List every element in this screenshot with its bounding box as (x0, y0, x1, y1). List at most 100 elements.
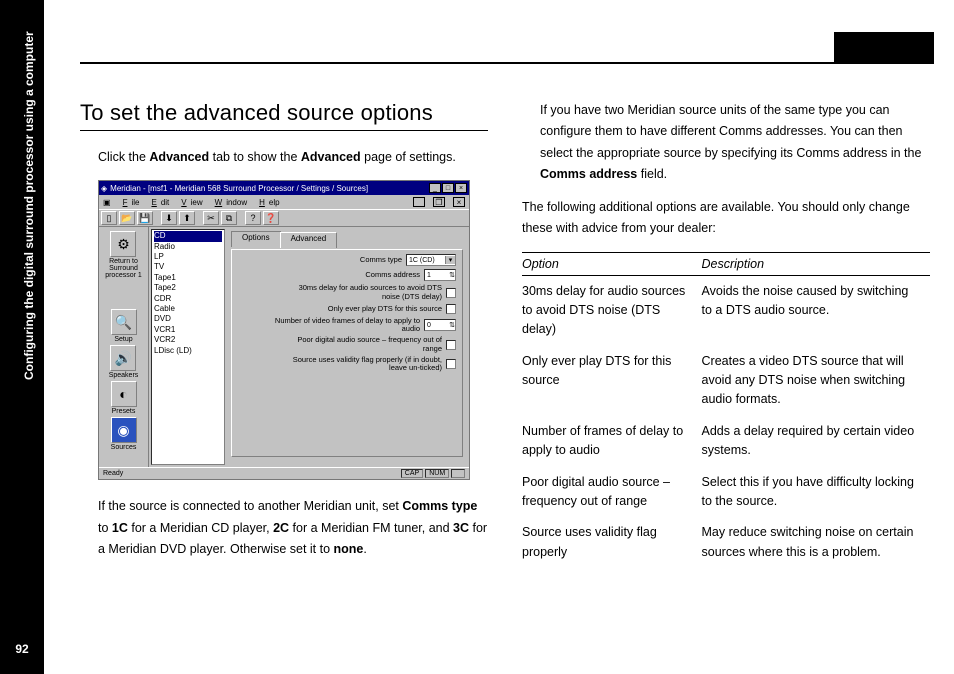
side-return-line3: processor 1 (105, 272, 142, 279)
menu-edit[interactable]: Edit (147, 198, 169, 207)
tab-advanced[interactable]: Advanced (280, 232, 338, 248)
section-heading: To set the advanced source options (80, 100, 488, 131)
tool-download[interactable]: ⬇ (161, 211, 177, 225)
tool-new[interactable]: ▯ (101, 211, 117, 225)
source-item[interactable]: TV (154, 262, 222, 272)
menu-view[interactable]: View (177, 198, 202, 207)
only-dts-checkbox[interactable] (446, 304, 456, 314)
tool-save[interactable]: 💾 (137, 211, 153, 225)
frames-value: 0 (427, 322, 431, 329)
frames-spin[interactable]: 0⇅ (424, 319, 456, 331)
paragraph-click-advanced: Click the Advanced tab to show the Advan… (98, 147, 488, 168)
source-item[interactable]: Cable (154, 304, 222, 314)
minimize-button[interactable]: _ (429, 183, 441, 193)
source-item[interactable]: Radio (154, 242, 222, 252)
spin-arrows-icon: ⇅ (449, 271, 455, 279)
table-row: Poor digital audio source – frequency ou… (522, 467, 930, 518)
menu-window[interactable]: Window (211, 198, 247, 207)
table-row: 30ms delay for audio sources to avoid DT… (522, 275, 930, 346)
text: to (98, 521, 112, 535)
tab-options[interactable]: Options (231, 231, 281, 247)
magnifier-icon: 🔍 (111, 309, 137, 335)
poor-source-checkbox[interactable] (446, 340, 456, 350)
paragraph-comms-address: If you have two Meridian source units of… (540, 100, 930, 185)
source-item[interactable]: Tape1 (154, 273, 222, 283)
status-cap: CAP (401, 469, 423, 478)
page-number: 92 (0, 642, 44, 656)
text: If you have two Meridian source units of… (540, 103, 921, 160)
tool-context-help[interactable]: ❓ (263, 211, 279, 225)
bold-comms-type: Comms type (402, 499, 477, 513)
tool-open[interactable]: 📂 (119, 211, 135, 225)
menu-file[interactable]: FFileile (119, 198, 140, 207)
th-option: Option (522, 252, 702, 275)
left-column: To set the advanced source options Click… (80, 100, 488, 572)
side-return-line2: Surround (105, 265, 142, 272)
only-dts-label: Only ever play DTS for this source (328, 305, 442, 313)
dts-delay-label: 30ms delay for audio sources to avoid DT… (292, 284, 442, 301)
poor-source-label: Poor digital audio source – frequency ou… (292, 336, 442, 353)
chapter-rail: Configuring the digital surround process… (0, 0, 44, 674)
td-opt: 30ms delay for audio sources to avoid DT… (522, 275, 702, 346)
presets-icon: ◐ (111, 381, 137, 407)
comms-type-combo[interactable]: 1C (CD) ▾ (406, 254, 456, 266)
td-desc: Select this if you have difficulty locki… (702, 467, 930, 518)
source-item[interactable]: CD (154, 231, 222, 241)
source-item[interactable]: LP (154, 252, 222, 262)
toolbar: ▯ 📂 💾 ⬇ ⬆ ✂ ⧉ ? ❓ (99, 209, 469, 227)
bold-advanced-2: Advanced (301, 150, 361, 164)
text: tab to show the (209, 150, 301, 164)
side-speakers[interactable]: 🔊 Speakers (109, 345, 139, 379)
source-item[interactable]: DVD (154, 314, 222, 324)
mdi-restore-button[interactable]: ❐ (433, 197, 445, 207)
tool-copy[interactable]: ⧉ (221, 211, 237, 225)
bold-comms-address: Comms address (540, 167, 637, 181)
comms-type-value: 1C (CD) (409, 257, 435, 264)
text: If the source is connected to another Me… (98, 499, 402, 513)
comms-address-label: Comms address (365, 271, 420, 279)
mdi-minimize-button[interactable]: _ (413, 197, 425, 207)
window-title: Meridian - [msf1 - Meridian 568 Surround… (110, 184, 368, 193)
menubar: ▣ FFileile Edit View Window Help _ ❐ × (99, 195, 469, 209)
tab-strip: Options Advanced (231, 231, 463, 247)
tool-help[interactable]: ? (245, 211, 261, 225)
frames-label: Number of video frames of delay to apply… (270, 317, 420, 334)
advanced-panel: Comms type 1C (CD)▾ Comms address 1⇅ 30m… (231, 249, 463, 457)
window-titlebar: ◈ Meridian - [msf1 - Meridian 568 Surrou… (99, 181, 469, 195)
options-table: Option Description 30ms delay for audio … (522, 252, 930, 569)
close-button[interactable]: × (455, 183, 467, 193)
side-sources[interactable]: ◉ Sources (111, 417, 137, 451)
side-return-line1: Return to (105, 258, 142, 265)
source-item[interactable]: CDR (154, 294, 222, 304)
bold-advanced-1: Advanced (149, 150, 209, 164)
tool-cut[interactable]: ✂ (203, 211, 219, 225)
side-presets[interactable]: ◐ Presets (111, 381, 137, 415)
source-item[interactable]: VCR1 (154, 325, 222, 335)
nav-sidebar: ⚙ Return to Surround processor 1 🔍 Setup… (99, 227, 149, 467)
mdi-close-button[interactable]: × (453, 197, 465, 207)
app-icon: ◈ (101, 184, 107, 193)
validity-label: Source uses validity flag properly (if i… (292, 356, 442, 373)
td-opt: Poor digital audio source – frequency ou… (522, 467, 702, 518)
status-bar: Ready CAP NUM (99, 467, 469, 479)
source-item[interactable]: VCR2 (154, 335, 222, 345)
maximize-button[interactable]: □ (442, 183, 454, 193)
th-description: Description (702, 252, 930, 275)
source-item[interactable]: Tape2 (154, 283, 222, 293)
td-desc: Adds a delay required by certain video s… (702, 416, 930, 467)
validity-checkbox[interactable] (446, 359, 456, 369)
menu-help[interactable]: Help (255, 198, 279, 207)
doc-icon: ▣ (103, 198, 111, 207)
td-opt: Only ever play DTS for this source (522, 346, 702, 416)
text: for a Meridian CD player, (128, 521, 273, 535)
side-setup[interactable]: 🔍 Setup (111, 309, 137, 343)
dts-delay-checkbox[interactable] (446, 288, 456, 298)
comms-address-spin[interactable]: 1⇅ (424, 269, 456, 281)
source-list[interactable]: CD Radio LP TV Tape1 Tape2 CDR Cable DVD… (151, 229, 225, 465)
chevron-down-icon: ▾ (445, 256, 455, 264)
tool-upload[interactable]: ⬆ (179, 211, 195, 225)
comms-address-value: 1 (427, 272, 431, 279)
source-item[interactable]: LDisc (LD) (154, 346, 222, 356)
form-area: Options Advanced Comms type 1C (CD)▾ Com… (227, 227, 469, 467)
side-return[interactable]: ⚙ Return to Surround processor 1 (105, 231, 142, 279)
